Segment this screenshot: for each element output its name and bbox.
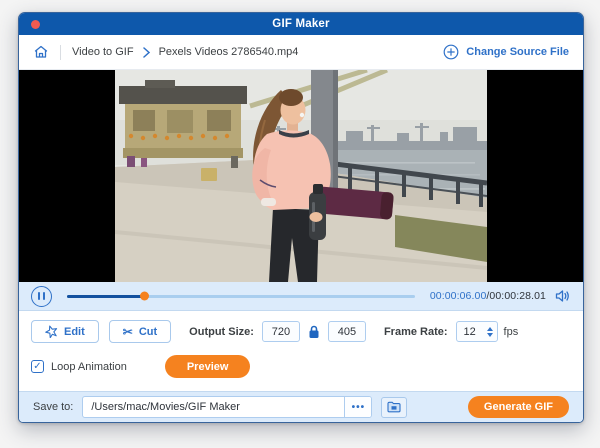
titlebar: GIF Maker xyxy=(19,13,583,35)
fps-label: fps xyxy=(503,325,519,338)
cut-label: Cut xyxy=(138,325,158,338)
slider-thumb[interactable] xyxy=(140,291,150,301)
seek-slider[interactable] xyxy=(67,290,415,302)
window-title: GIF Maker xyxy=(272,18,330,30)
video-preview xyxy=(19,70,583,282)
app-window: GIF Maker Video to GIF Pexels Videos 278… xyxy=(18,12,584,423)
plus-circle-icon xyxy=(443,44,459,60)
close-button-icon[interactable] xyxy=(31,20,40,29)
loop-animation-checkbox[interactable]: ✓ Loop Animation xyxy=(31,360,127,373)
chevron-right-icon xyxy=(142,46,151,58)
breadcrumb: Video to GIF Pexels Videos 2786540.mp4 C… xyxy=(19,35,583,70)
sparkle-star-icon xyxy=(45,325,58,338)
checkmark-icon: ✓ xyxy=(33,360,42,372)
edit-button[interactable]: Edit xyxy=(31,320,99,343)
output-size-label: Output Size: xyxy=(189,325,254,338)
change-source-file-label: Change Source File xyxy=(466,46,569,58)
preview-button[interactable]: Preview xyxy=(164,355,251,378)
frame-rate-value: 12 xyxy=(463,325,476,338)
left-crane xyxy=(119,80,247,168)
frame-rate-input[interactable]: 12 xyxy=(455,321,498,342)
slider-track[interactable] xyxy=(67,291,415,301)
open-folder-button[interactable] xyxy=(381,396,408,418)
save-path-input[interactable]: /Users/mac/Movies/GIF Maker ••• xyxy=(82,396,373,418)
volume-icon[interactable] xyxy=(555,289,571,303)
lock-icon[interactable] xyxy=(308,325,320,339)
time-display: 00:00:06.00/00:00:28.01 xyxy=(430,290,546,302)
loop-animation-label: Loop Animation xyxy=(51,360,127,373)
folder-icon xyxy=(387,401,401,413)
slider-fill xyxy=(67,291,150,301)
playback-bar: 00:00:06.00/00:00:28.01 xyxy=(19,282,583,311)
save-bar: Save to: /Users/mac/Movies/GIF Maker •••… xyxy=(19,391,583,422)
output-height-input[interactable]: 405 xyxy=(327,321,366,342)
save-path-value[interactable]: /Users/mac/Movies/GIF Maker xyxy=(83,397,344,417)
stepper-arrows-icon[interactable] xyxy=(486,326,493,337)
edit-label: Edit xyxy=(64,325,85,338)
scissors-icon: ✂ xyxy=(122,324,133,339)
cut-button[interactable]: ✂ Cut xyxy=(108,320,172,343)
browse-button[interactable]: ••• xyxy=(344,397,372,417)
generate-gif-button[interactable]: Generate GIF xyxy=(467,396,569,418)
breadcrumb-file: Pexels Videos 2786540.mp4 xyxy=(158,46,299,58)
checkbox-box[interactable]: ✓ xyxy=(31,360,44,373)
frame-rate-label: Frame Rate: xyxy=(383,325,448,338)
video-frame-image xyxy=(115,70,487,282)
settings-panel: Edit ✂ Cut Output Size: 720 405 Frame Ra… xyxy=(19,311,583,391)
pause-button[interactable] xyxy=(31,285,52,307)
current-time: 00:00:06.00 xyxy=(429,290,487,302)
change-source-file-button[interactable]: Change Source File xyxy=(443,44,569,60)
breadcrumb-section[interactable]: Video to GIF xyxy=(72,46,134,58)
total-time: /00:00:28.01 xyxy=(486,290,546,302)
save-to-label: Save to: xyxy=(33,401,74,413)
output-width-input[interactable]: 720 xyxy=(261,321,300,342)
divider xyxy=(60,44,61,60)
home-icon[interactable] xyxy=(33,44,49,60)
